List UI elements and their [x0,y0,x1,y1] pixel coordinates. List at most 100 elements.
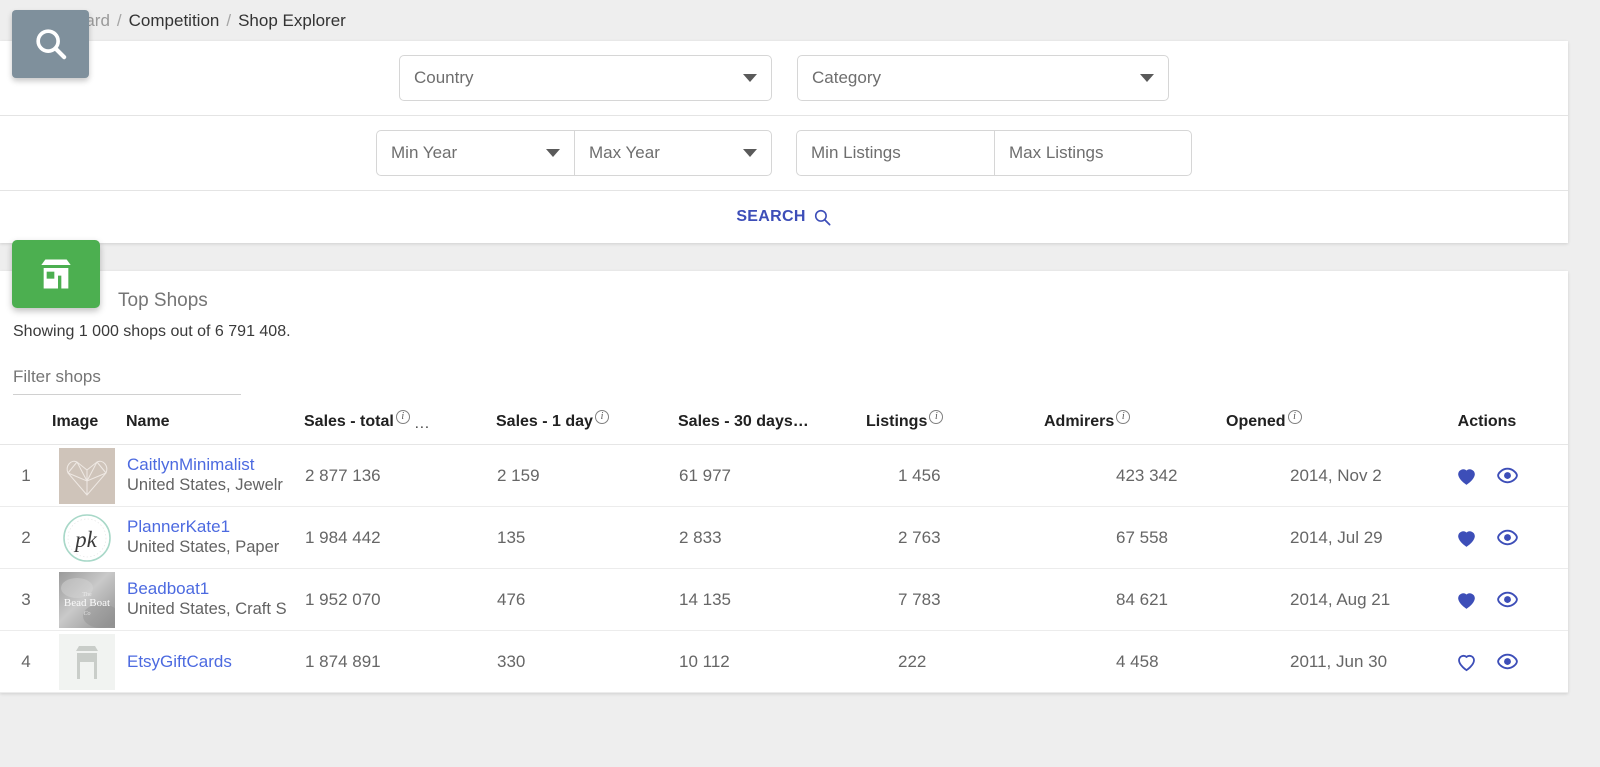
page-title: Top Shops [118,290,208,311]
row-admirers: 67 558 [1044,506,1226,569]
chevron-down-icon [743,149,757,157]
shop-name-link[interactable]: CaitlynMinimalist [127,454,303,475]
row-sales-30days: 61 977 [678,444,866,507]
col-name-label: Name [126,413,170,430]
results-panel: Top Shops Showing 1 000 shops out of 6 7… [0,240,1568,693]
max-listings-input[interactable]: Max Listings [994,130,1192,176]
svg-text:pk: pk [73,527,98,552]
row-name-cell: CaitlynMinimalist United States, Jewelr [126,444,304,507]
col-opened-label: Opened [1226,413,1286,430]
row-admirers: 423 342 [1044,444,1226,507]
col-image: Image [52,403,126,445]
info-icon[interactable]: i [1116,410,1131,424]
col-sales-total-label: Sales - total [304,413,394,430]
search-button-label: SEARCH [736,208,806,225]
row-sales-1day: 476 [496,568,678,631]
filter-row-2: Min Year Max Year Min Listings Max Listi… [0,116,1568,191]
row-sales-1day: 2 159 [496,444,678,507]
search-panel: Country Category Min Year Max Year Min L… [0,10,1568,243]
search-panel-icon-button[interactable] [12,10,89,78]
shop-name-link[interactable]: Beadboat1 [127,578,303,599]
heart-icon[interactable] [1454,649,1479,674]
heart-icon[interactable] [1454,463,1479,488]
search-action-row: SEARCH [0,191,1568,243]
col-sales-total[interactable]: Sales - total i … [304,403,496,445]
min-listings-input[interactable]: Min Listings [796,130,994,176]
category-select[interactable]: Category [797,55,1169,101]
col-sales-total-ellipsis: … [413,415,430,432]
shop-name-link[interactable]: PlannerKate1 [127,516,303,537]
shop-location-category: United States, Paper [127,538,280,557]
info-icon[interactable]: i [594,410,609,424]
row-name-cell: Beadboat1 United States, Craft S [126,568,304,631]
col-listings-label: Listings [866,413,928,430]
info-icon[interactable]: i [1287,410,1302,424]
row-sales-total: 1 984 442 [304,506,496,569]
col-image-label: Image [52,413,99,430]
eye-icon[interactable] [1495,525,1520,550]
breadcrumb-item-shop-explorer[interactable]: Shop Explorer [238,11,346,31]
row-opened: 2014, Nov 2 [1226,444,1406,507]
shop-location-category: United States, Jewelr [127,476,283,495]
col-sales-1day[interactable]: Sales - 1 day i [496,403,678,445]
chevron-down-icon [546,149,560,157]
row-image-cell [52,444,126,507]
shop-location-category: United States, Craft S [127,600,287,619]
row-index: 1 [0,444,52,507]
col-sales-30days-label: Sales - 30 days… [678,413,809,430]
min-year-select[interactable]: Min Year [376,130,574,176]
shop-name-link[interactable]: EtsyGiftCards [127,651,303,672]
info-icon[interactable]: i [929,410,944,424]
col-admirers[interactable]: Admirers i [1044,403,1226,445]
row-name-cell: PlannerKate1 United States, Paper [126,506,304,569]
breadcrumb-item-competition[interactable]: Competition [129,11,220,31]
heart-icon[interactable] [1454,587,1479,612]
eye-icon[interactable] [1495,649,1520,674]
pk-monogram-logo: pk [59,509,115,566]
col-listings[interactable]: Listings i [866,403,1044,445]
row-sales-30days: 10 112 [678,630,866,693]
heart-icon[interactable] [1454,525,1479,550]
row-index: 3 [0,568,52,631]
max-year-label: Max Year [589,143,660,162]
col-actions: Actions [1406,403,1568,445]
section-gap [0,243,1600,271]
row-image-cell [52,630,126,693]
row-actions [1406,444,1568,507]
col-opened[interactable]: Opened i [1226,403,1406,445]
country-select[interactable]: Country [399,55,772,101]
breadcrumb: / Dashboard / Competition / Shop Explore… [0,0,1600,41]
max-year-select[interactable]: Max Year [574,130,772,176]
row-sales-total: 2 877 136 [304,444,496,507]
search-button[interactable]: SEARCH [736,208,831,227]
category-select-label: Category [812,68,881,87]
row-listings: 1 456 [866,444,1044,507]
row-sales-total: 1 874 891 [304,630,496,693]
col-index [0,403,52,445]
col-admirers-label: Admirers [1044,413,1115,430]
min-year-label: Min Year [391,143,458,162]
col-actions-label: Actions [1457,413,1517,430]
col-name[interactable]: Name [126,403,304,445]
col-sales-30days[interactable]: Sales - 30 days… [678,403,866,445]
svg-text:Bead Boat: Bead Boat [64,597,110,609]
listings-range-group: Min Listings Max Listings [796,130,1192,176]
eye-icon[interactable] [1495,587,1520,612]
row-actions [1406,568,1568,631]
row-opened: 2014, Jul 29 [1226,506,1406,569]
eye-icon[interactable] [1495,463,1520,488]
info-icon[interactable]: i [395,410,410,424]
filter-shops-input[interactable] [13,367,241,395]
shops-table: Image Name Sales - total i … Sales - 1 d… [0,403,1568,693]
row-sales-1day: 135 [496,506,678,569]
row-name-cell: EtsyGiftCards [126,630,304,693]
row-actions [1406,630,1568,693]
row-admirers: 84 621 [1044,568,1226,631]
row-opened: 2014, Aug 21 [1226,568,1406,631]
row-sales-total: 1 952 070 [304,568,496,631]
table-row: 1 CaitlynMinimalist United States, Jewelr 2… [0,444,1568,507]
row-sales-30days: 14 135 [678,568,866,631]
filter-shops-wrapper [0,341,1568,395]
row-sales-1day: 330 [496,630,678,693]
table-row: 4 EtsyGiftCards 1 874 891 330 10 112 222 4 458… [0,630,1568,693]
